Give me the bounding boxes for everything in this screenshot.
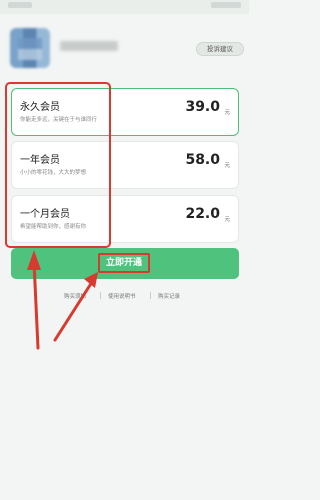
plan-description: 你能走多远，关键在于与谁同行 [20,117,98,123]
purchase-history-link[interactable]: 购买记录 [158,292,180,300]
status-bar-time-blur [8,2,32,8]
avatar[interactable] [10,28,50,68]
plan-price: 22.0 [185,206,220,222]
plan-description: 小小的零花钱，大大的梦想 [20,170,87,176]
feedback-button[interactable]: 投诉建议 [196,42,244,56]
footer-links: 购买须知 使用说明书 购买记录 [0,290,249,302]
username-blurred [60,41,118,51]
plan-price: 39.0 [185,99,220,115]
link-divider [150,292,151,299]
plan-price-unit: 元 [224,163,230,169]
arrow-up-to-button-icon [53,272,98,342]
plan-title: 一年会员 [20,155,60,166]
plan-price-unit: 元 [224,217,230,223]
user-manual-link[interactable]: 使用说明书 [108,292,136,300]
plan-card-permanent[interactable]: 永久会员 你能走多远，关键在于与谁同行 39.0 元 [11,88,239,136]
link-divider [100,292,101,299]
plan-description: 希望能帮助到你，感谢有你 [20,224,87,230]
open-now-label-highlight[interactable]: 立即开通 [98,253,150,273]
plan-price-unit: 元 [224,110,230,116]
plan-card-monthly[interactable]: 一个月会员 希望能帮助到你，感谢有你 22.0 元 [11,195,239,243]
plan-card-yearly[interactable]: 一年会员 小小的零花钱，大大的梦想 58.0 元 [11,141,239,189]
plan-price: 58.0 [185,152,220,168]
status-bar [0,0,249,14]
purchase-notice-link[interactable]: 购买须知 [64,292,86,300]
status-bar-icons-blur [211,2,241,8]
plan-title: 一个月会员 [20,209,70,220]
plan-title: 永久会员 [20,102,60,113]
